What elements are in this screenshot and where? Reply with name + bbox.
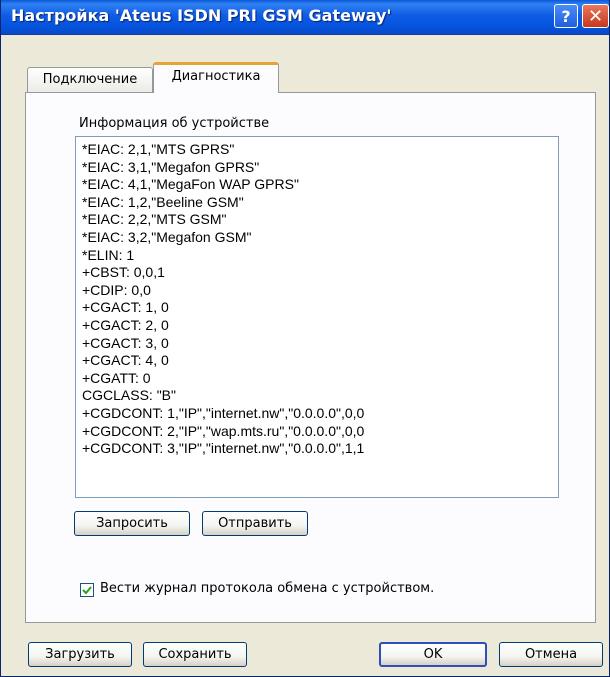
checkmark-icon [82,586,92,595]
help-icon: ? [561,6,571,26]
title-bar[interactable]: Настройка 'Ateus ISDN PRI GSM Gateway' ?… [1,0,609,35]
info-line: +CDIP: 0,0 [82,281,151,298]
window-title: Настройка 'Ateus ISDN PRI GSM Gateway' [11,6,392,25]
info-line: +CGACT: 3, 0 [82,334,169,351]
info-line: +CGATT: 0 [82,369,151,386]
device-info-label: Информация об устройстве [79,116,270,131]
info-line: *EIAC: 2,1,"MTS GPRS" [82,141,235,157]
load-button[interactable]: Загрузить [28,642,132,667]
info-line: +CBST: 0,0,1 [82,264,165,281]
cancel-button[interactable]: Отмена [499,642,603,667]
log-checkbox[interactable] [80,583,94,597]
info-line: *EIAC: 3,1,"Megafon GPRS" [82,158,260,175]
save-button[interactable]: Сохранить [143,642,247,667]
info-line: +CGACT: 2, 0 [82,316,169,333]
info-line: +CGACT: 1, 0 [82,299,169,316]
device-info-textbox[interactable]: *EIAC: 2,1,"MTS GPRS" *EIAC: 3,1,"Megafo… [75,136,559,498]
info-line: *ELIN: 1 [82,246,135,263]
info-line: *EIAC: 4,1,"MegaFon WAP GPRS" [82,176,299,193]
send-button[interactable]: Отправить [202,511,308,536]
request-button[interactable]: Запросить [74,511,190,536]
help-button[interactable]: ? [554,4,578,28]
info-line: CGCLASS: "B" [82,387,176,404]
info-line: +CGDCONT: 2,"IP","wap.mts.ru","0.0.0.0",… [82,422,365,439]
info-line: +CGDCONT: 1,"IP","internet.nw","0.0.0.0"… [82,404,365,421]
info-line: *EIAC: 2,2,"MTS GSM" [82,211,227,228]
info-line: +CGDCONT: 3,"IP","internet.nw","0.0.0.0"… [82,440,365,457]
info-line: +CGACT: 4, 0 [82,352,169,369]
close-button[interactable]: ✕ [582,4,609,28]
close-icon: ✕ [587,5,604,27]
ok-button[interactable]: OK [379,642,487,667]
settings-dialog: Настройка 'Ateus ISDN PRI GSM Gateway' ?… [0,0,610,677]
tab-connection[interactable]: Подключение [27,67,153,92]
log-checkbox-label: Вести журнал протокола обмена с устройст… [100,581,435,596]
info-line: *EIAC: 1,2,"Beeline GSM" [82,193,244,210]
info-line: *EIAC: 3,2,"Megafon GSM" [82,228,252,245]
tab-diagnostics[interactable]: Диагностика [153,62,279,93]
